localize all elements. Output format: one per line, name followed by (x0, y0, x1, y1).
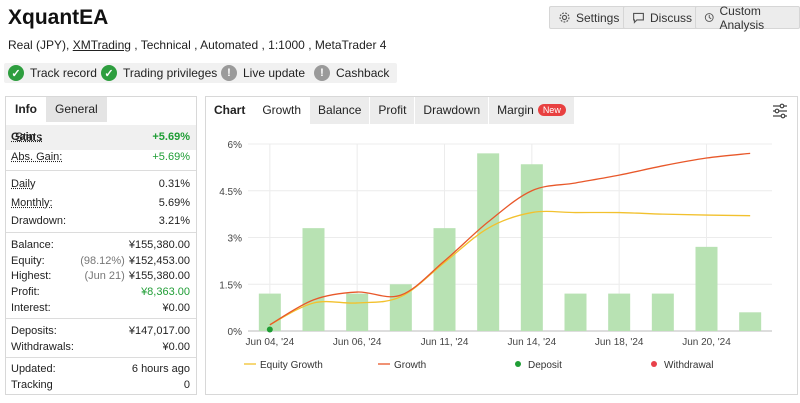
stat-abs-gain: Abs. Gain: +5.69% (11, 151, 190, 163)
x-tick-label: Jun 14, '24 (508, 337, 557, 348)
divider (6, 318, 196, 319)
growth-bar (302, 228, 325, 331)
y-tick-label: 0% (228, 327, 243, 338)
tab-drawdown[interactable]: Drawdown (415, 97, 489, 124)
stat-updated: Updated: 6 hours ago (11, 363, 190, 375)
account-type: Real (JPY), (8, 38, 70, 52)
account-summary: Real (JPY), XMTrading , Technical , Auto… (8, 38, 386, 52)
gear-icon (559, 12, 570, 23)
sliders-icon[interactable] (772, 103, 788, 119)
check-icon: ✓ (101, 65, 117, 81)
stats-tabs: Info Stats General (6, 97, 196, 150)
stat-drawdown: Drawdown: 3.21% (11, 215, 190, 227)
stat-withdrawals: Withdrawals: ¥0.00 (11, 341, 190, 353)
y-tick-label: 6% (228, 140, 243, 151)
page-title: XquantEA (8, 6, 109, 29)
y-tick-label: 4.5% (219, 187, 242, 198)
stat-highest: Highest: (Jun 21) ¥155,380.00 (11, 270, 190, 282)
stat-balance: Balance: ¥155,380.00 (11, 239, 190, 251)
exclamation-icon: ! (314, 65, 330, 81)
legend-label: Deposit (528, 360, 562, 371)
tab-growth[interactable]: Growth (254, 97, 310, 124)
x-tick-label: Jun 06, '24 (333, 337, 382, 348)
stat-gain: Gain : +5.69% (11, 131, 190, 143)
badge-live-update: ! Live update (217, 63, 314, 83)
growth-bar (520, 164, 543, 331)
legend-label: Growth (394, 360, 426, 371)
chart-tabs: Chart Growth Balance Profit Drawdown Mar… (206, 97, 575, 125)
growth-bar (258, 293, 281, 331)
tab-margin[interactable]: Margin New (489, 97, 574, 124)
growth-bar (346, 293, 369, 331)
growth-bar (564, 293, 587, 331)
x-axis-labels: Jun 04, '24 Jun 06, '24 Jun 11, '24 Jun 14,… (246, 337, 732, 348)
growth-bar (433, 228, 456, 331)
growth-bar (695, 246, 718, 331)
stats-panel: Info Stats General Gain : +5.69% Abs. Ga… (5, 96, 197, 395)
legend-item-withdrawal: Withdrawal (651, 360, 713, 371)
series-line-growth (269, 152, 751, 326)
tab-balance[interactable]: Balance (310, 97, 370, 124)
badge-cashback: ! Cashback (310, 63, 398, 83)
x-tick-label: Jun 11, '24 (421, 337, 469, 348)
growth-chart: 0%1.5%3%4.5%6% Jun 04, '24 Jun 06, '24 Jun… (219, 140, 772, 371)
check-icon: ✓ (8, 65, 24, 81)
stat-daily: Daily 0.31% (11, 178, 190, 190)
stat-deposits: Deposits: ¥147,017.00 (11, 325, 190, 337)
stat-monthly: Monthly: 5.69% (11, 197, 190, 209)
tab-profit[interactable]: Profit (370, 97, 415, 124)
stat-profit: Profit: ¥8,363.00 (11, 286, 190, 298)
x-tick-label: Jun 04, '24 (246, 337, 295, 348)
x-tick-label: Jun 20, '24 (682, 337, 731, 348)
tab-chart[interactable]: Chart (206, 97, 254, 124)
chart-panel: Chart Growth Balance Profit Drawdown Mar… (205, 96, 798, 395)
stat-interest: Interest: ¥0.00 (11, 302, 190, 314)
chat-icon (633, 12, 644, 24)
exclamation-icon: ! (221, 65, 237, 81)
badge-trading-privileges: ✓ Trading privileges (97, 63, 226, 83)
tab-info[interactable]: Info (6, 97, 46, 122)
broker-link[interactable]: XMTrading (73, 38, 131, 52)
settings-button[interactable]: Settings (549, 6, 629, 29)
growth-bar (477, 153, 500, 331)
y-axis-labels: 0% 1.5% 3% 4.5% 6% (219, 140, 242, 338)
divider (6, 357, 196, 358)
legend-swatch (651, 361, 657, 367)
legend-label: Equity Growth (260, 360, 323, 371)
deposit-marker (266, 326, 273, 333)
account-details: , Technical , Automated , 1:1000 , MetaT… (134, 38, 387, 52)
series-line-equity-growth (269, 210, 751, 326)
chart-legend: Equity Growth Growth Deposit Withdrawal (244, 360, 713, 371)
stat-equity: Equity: (98.12%) ¥152,453.00 (11, 255, 190, 267)
new-badge: New (537, 104, 566, 116)
legend-item-equity-growth: Equity Growth (244, 360, 323, 371)
chart-bars (258, 153, 762, 331)
chart-grid (248, 143, 772, 332)
legend-item-growth: Growth (378, 360, 426, 371)
y-tick-label: 3% (228, 234, 243, 245)
custom-analysis-button[interactable]: Custom Analysis (695, 4, 800, 32)
legend-item-deposit: Deposit (515, 360, 562, 371)
legend-swatch (515, 361, 521, 367)
tab-general[interactable]: General (46, 97, 107, 122)
stat-tracking: Tracking 0 (11, 379, 190, 391)
legend-label: Withdrawal (664, 360, 713, 371)
badge-track-record: ✓ Track record (4, 63, 105, 83)
discuss-button[interactable]: Discuss (623, 6, 702, 29)
x-tick-label: Jun 18, '24 (595, 337, 644, 348)
growth-bar (651, 293, 674, 331)
chart-lines (266, 152, 751, 333)
growth-bar (739, 312, 762, 331)
divider (6, 232, 196, 233)
divider (6, 170, 196, 171)
growth-bar (608, 293, 631, 331)
y-tick-label: 1.5% (219, 280, 242, 291)
clock-icon (704, 13, 714, 22)
